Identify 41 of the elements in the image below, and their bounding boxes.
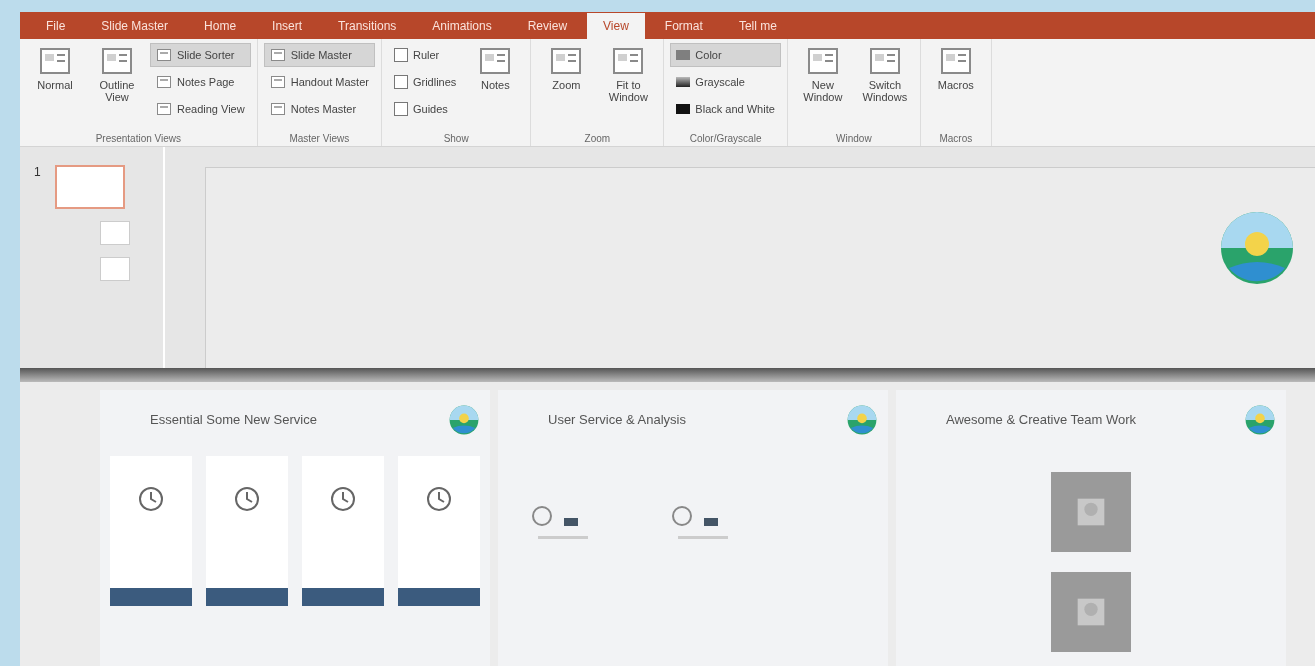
ribbon-button[interactable]: New Window (793, 42, 852, 105)
ribbon-tab[interactable]: Transitions (322, 12, 413, 39)
ribbon-tab[interactable]: View (587, 12, 645, 39)
ribbon-tab[interactable]: Insert (256, 12, 319, 39)
ribbon-tab[interactable]: Home (188, 12, 253, 39)
ribbon-tab[interactable]: Format (648, 12, 719, 39)
ribbon-tab[interactable]: Slide Master (85, 12, 185, 39)
checkbox[interactable]: Ruler (387, 42, 463, 67)
ribbon-button[interactable]: Fit to Window (599, 42, 658, 105)
ribbon-button[interactable]: Slide Master (263, 42, 375, 67)
slide-title: Essential Some New Service (149, 412, 317, 428)
ribbon-button[interactable]: Handout Master (263, 69, 375, 94)
checkbox[interactable]: Gridlines (387, 69, 463, 94)
slide-title: User Service & Analysis (547, 412, 686, 428)
ribbon-button[interactable]: Notes Page (150, 69, 251, 94)
ribbon-button[interactable]: Slide Sorter (150, 42, 251, 67)
slide-title: Awesome & Creative Team Work (945, 412, 1137, 428)
ribbon-button[interactable]: Outline View (88, 42, 146, 105)
ribbon-button[interactable]: Black and White (670, 96, 781, 121)
ribbon-button[interactable]: Grayscale (670, 69, 781, 94)
ribbon-button[interactable]: Color (670, 42, 781, 67)
ribbon-button[interactable]: Zoom (537, 42, 596, 93)
group-label: Macros (938, 133, 974, 145)
group-label: Window (835, 133, 873, 145)
group-label: Zoom (583, 133, 612, 145)
checkbox[interactable]: Guides (387, 96, 463, 121)
ribbon-button[interactable]: Normal (26, 42, 84, 93)
group-label: Show (442, 133, 470, 145)
ribbon-tab[interactable]: Animations (416, 12, 508, 39)
group-label: Color/Grayscale (688, 133, 763, 145)
group-label: Presentation Views (94, 133, 183, 145)
ribbon-button[interactable]: Macros (926, 42, 985, 93)
ribbon-button[interactable]: Notes Master (263, 96, 375, 121)
group-label: Master Views (288, 133, 351, 145)
ribbon-tab[interactable]: Review (511, 12, 584, 39)
ribbon-button[interactable]: Notes (466, 42, 525, 93)
ribbon-tab[interactable]: Tell me (722, 12, 793, 39)
slide-number: 1 (34, 165, 41, 180)
ribbon-button[interactable]: Switch Windows (855, 42, 914, 105)
ribbon-button[interactable]: Reading View (150, 96, 251, 121)
ribbon-tab[interactable]: File (30, 12, 82, 39)
